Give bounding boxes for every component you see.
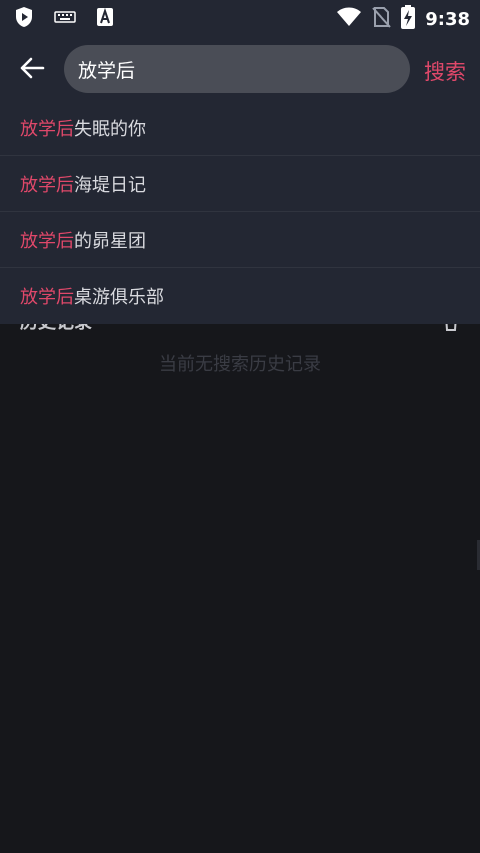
back-button[interactable]	[14, 54, 50, 86]
suggestion-keyword: 放学后	[20, 287, 74, 308]
arrow-left-icon	[19, 57, 45, 83]
suggestion-rest: 桌游俱乐部	[74, 287, 164, 308]
search-button[interactable]: 搜索	[424, 56, 466, 86]
app-root: 9:38 搜索 历史记录 当前无搜索历史记录 放学后失眠的你 放学后海堤日记	[0, 0, 480, 853]
suggestion-keyword: 放学后	[20, 118, 74, 140]
suggestion-rest: 失眠的你	[74, 118, 146, 140]
status-bar-right: 9:38	[337, 5, 470, 33]
status-bar: 9:38	[0, 0, 480, 34]
suggestion-item[interactable]: 放学后 的昴星团	[0, 212, 480, 268]
search-input[interactable]	[78, 45, 398, 93]
suggestion-item[interactable]: 放学后 桌游俱乐部	[0, 268, 480, 324]
suggestion-rest: 的昴星团	[74, 230, 146, 252]
suggestion-keyword: 放学后	[20, 174, 74, 196]
battery-charging-icon	[401, 5, 416, 33]
suggestion-item[interactable]: 放学后 失眠的你	[0, 100, 480, 156]
suggestion-list: 放学后 失眠的你 放学后 海堤日记 放学后 的昴星团 放学后 桌游俱乐部	[0, 100, 480, 324]
keyboard-icon	[54, 9, 76, 29]
status-time: 9:38	[425, 8, 470, 30]
suggestion-rest: 海堤日记	[74, 174, 146, 196]
suggestion-keyword: 放学后	[20, 230, 74, 252]
search-box[interactable]	[64, 45, 410, 93]
font-a-icon	[96, 7, 114, 31]
suggestion-item[interactable]: 放学后 海堤日记	[0, 156, 480, 212]
search-header: 搜索	[0, 34, 480, 106]
play-protect-icon	[14, 6, 34, 32]
status-bar-left	[14, 6, 114, 32]
wifi-icon	[337, 7, 362, 31]
history-empty-text: 当前无搜索历史记录	[159, 354, 321, 375]
no-sim-icon	[371, 6, 391, 32]
